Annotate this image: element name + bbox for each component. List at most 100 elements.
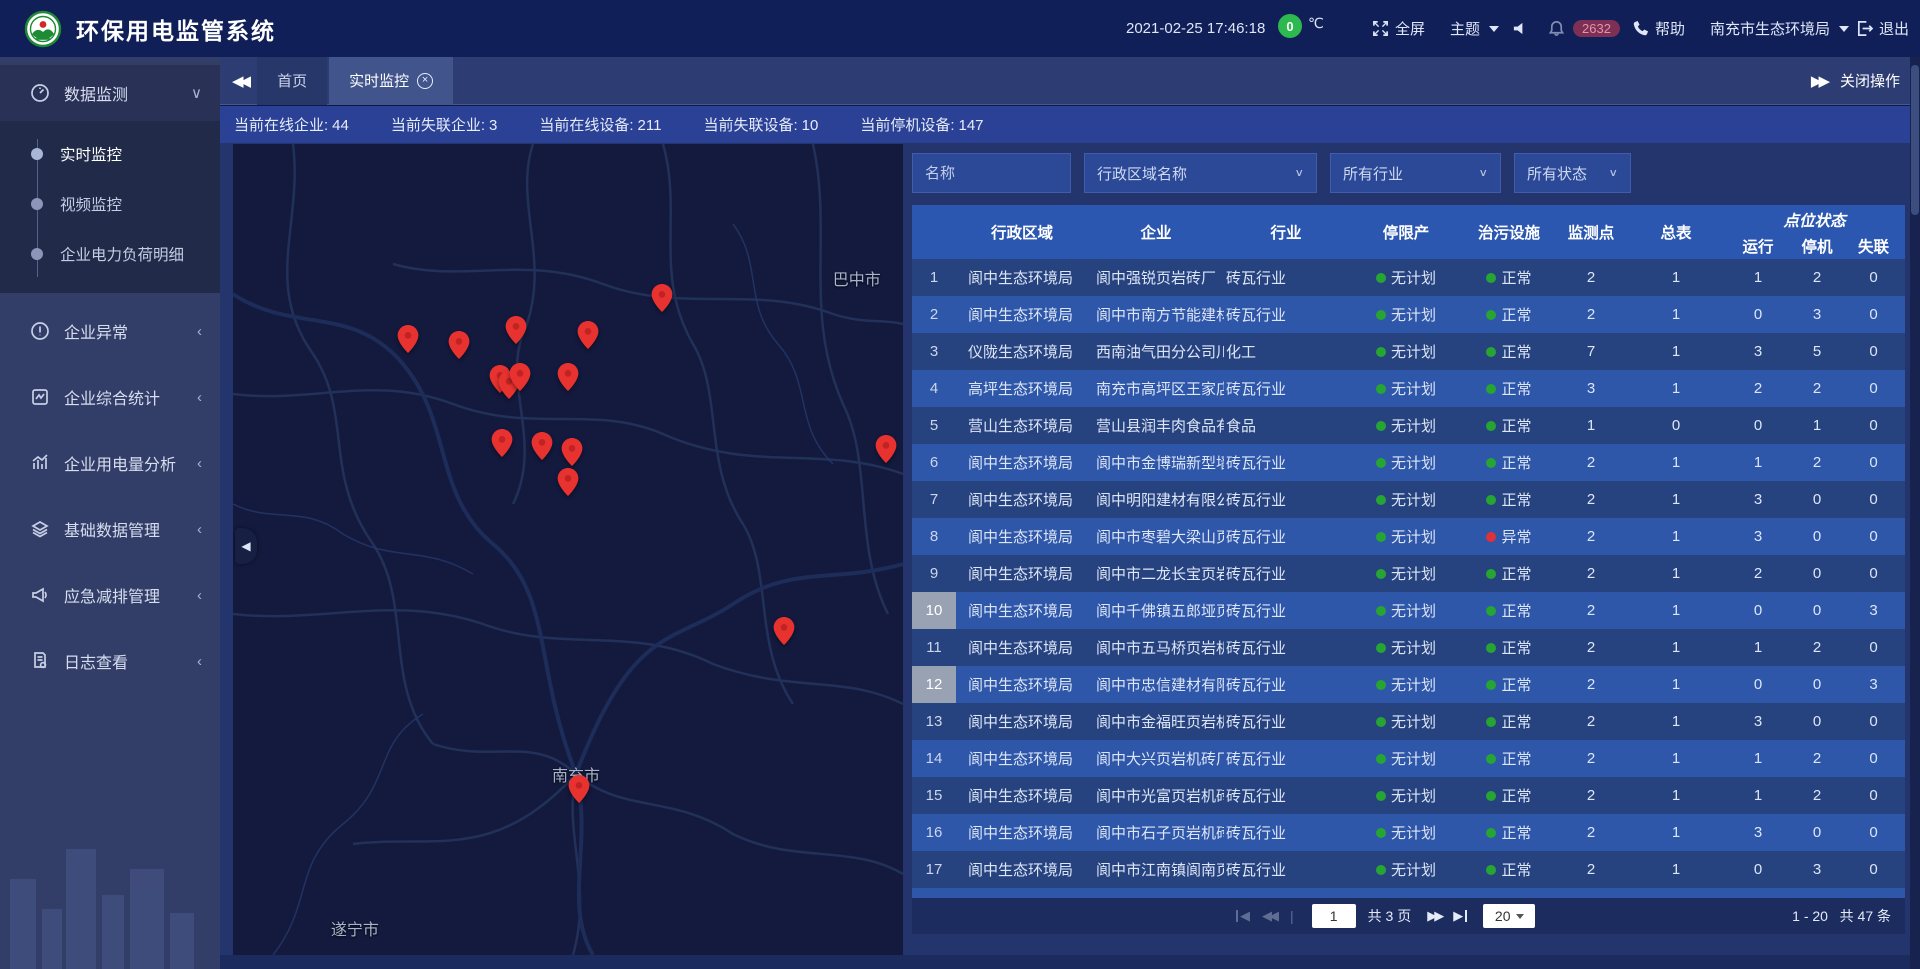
cell-meter: 1: [1628, 814, 1724, 851]
col-facility: 治污设施: [1464, 205, 1554, 259]
cell-stopped: 2: [1792, 740, 1842, 777]
sidebar-item-4[interactable]: 基础数据管理‹: [0, 501, 220, 557]
logout-button[interactable]: 退出: [1856, 18, 1909, 39]
map-pin-icon[interactable]: [397, 325, 418, 358]
table-body: 1 阆中生态环境局 阆中强锐页岩砖厂 砖瓦行业 无计划 正常 2 1 1 2 0…: [912, 259, 1905, 898]
name-search-field[interactable]: [912, 153, 1071, 193]
table-row[interactable]: 5 营山生态环境局 营山县润丰肉食品有限 食品 无计划 正常 1 0 0 1 0: [912, 407, 1905, 444]
cell-index: 14: [912, 740, 956, 777]
phone-icon: [1632, 20, 1649, 37]
page-number-input[interactable]: 1: [1312, 904, 1356, 928]
table-row[interactable]: 14 阆中生态环境局 阆中大兴页岩机砖厂 砖瓦行业 无计划 正常 2 1 1 2…: [912, 740, 1905, 777]
map-pin-icon[interactable]: [578, 321, 599, 354]
page-scrollbar[interactable]: [1910, 57, 1920, 969]
cell-stop-status: 无计划: [1348, 370, 1464, 407]
table-row[interactable]: 7 阆中生态环境局 阆中明阳建材有限公司 砖瓦行业 无计划 正常 2 1 3 0…: [912, 481, 1905, 518]
cell-stop-status: 无计划: [1348, 407, 1464, 444]
fullscreen-button[interactable]: 全屏: [1372, 18, 1425, 39]
page-size-select[interactable]: 20: [1483, 904, 1535, 928]
map-pin-icon[interactable]: [509, 363, 530, 396]
sidebar-item-3[interactable]: 企业用电量分析‹: [0, 435, 220, 491]
sidebar-subitem[interactable]: 视频监控: [0, 179, 220, 229]
status-select[interactable]: 所有状态 ∨: [1514, 153, 1631, 193]
status-dot-icon: [1486, 717, 1496, 727]
map-pin-icon[interactable]: [505, 316, 526, 349]
industry-select[interactable]: 所有行业 ∨: [1330, 153, 1501, 193]
table-row[interactable]: 2 阆中生态环境局 阆中市南方节能建材有 砖瓦行业 无计划 正常 2 1 0 3…: [912, 296, 1905, 333]
sidebar-item-0[interactable]: 数据监测∨: [0, 65, 220, 121]
cell-stopped: 2: [1792, 629, 1842, 666]
map-pin-icon[interactable]: [531, 432, 552, 465]
cell-stop-status: 无计划: [1348, 666, 1464, 703]
cell-stopped: 1: [1792, 407, 1842, 444]
tab-home[interactable]: 首页: [257, 57, 327, 105]
map-pin-icon[interactable]: [562, 438, 583, 471]
help-button[interactable]: 帮助: [1632, 18, 1685, 39]
table-row[interactable]: 1 阆中生态环境局 阆中强锐页岩砖厂 砖瓦行业 无计划 正常 2 1 1 2 0: [912, 259, 1905, 296]
cell-stop-status: 无计划: [1348, 296, 1464, 333]
sidebar-item-2[interactable]: 企业综合统计‹: [0, 369, 220, 425]
map-pin-icon[interactable]: [568, 775, 589, 808]
table-row[interactable]: 15 阆中生态环境局 阆中市光富页岩机砖厂 砖瓦行业 无计划 正常 2 1 1 …: [912, 777, 1905, 814]
map-pin-icon[interactable]: [651, 284, 672, 317]
sidebar-item-6[interactable]: 日志查看‹: [0, 633, 220, 689]
table-row[interactable]: 8 阆中生态环境局 阆中市枣碧大梁山页岩 砖瓦行业 无计划 异常 2 1 3 0…: [912, 518, 1905, 555]
cell-stopped: 0: [1792, 592, 1842, 629]
table-row[interactable]: 6 阆中生态环境局 阆中市金博瑞新型墙材 砖瓦行业 无计划 正常 2 1 1 2…: [912, 444, 1905, 481]
table-row[interactable]: 17 阆中生态环境局 阆中市江南镇阆南页岩 砖瓦行业 无计划 正常 2 1 0 …: [912, 851, 1905, 888]
map-pin-icon[interactable]: [876, 435, 897, 468]
last-page-button[interactable]: ▶: [1447, 908, 1469, 924]
table-row[interactable]: 18 南部生态环境局 南部县瑞华山河页岩砖 砖瓦行业 无计划 正常 2 1 0 …: [912, 888, 1905, 898]
tab-scroll-right-icon[interactable]: ▶▶: [1811, 72, 1826, 90]
map-pin-icon[interactable]: [448, 331, 469, 364]
sidebar-subitem[interactable]: 实时监控: [0, 129, 220, 179]
first-page-button[interactable]: ◀: [1234, 908, 1256, 924]
cell-industry: 砖瓦行业: [1224, 481, 1348, 518]
mute-toggle[interactable]: [1512, 20, 1529, 37]
table-row[interactable]: 12 阆中生态环境局 阆中市忠信建材有限公 砖瓦行业 无计划 正常 2 1 0 …: [912, 666, 1905, 703]
prev-page-button[interactable]: ◀◀: [1256, 908, 1282, 924]
chevron-collapsed-icon: ‹: [197, 653, 202, 670]
notifications-button[interactable]: 2632: [1548, 20, 1620, 37]
map-pin-icon[interactable]: [773, 617, 794, 650]
status-dot-icon: [1486, 495, 1496, 505]
scrollbar-thumb[interactable]: [1911, 65, 1919, 215]
tab-scroll-left-icon[interactable]: ◀◀: [220, 72, 257, 90]
table-row[interactable]: 13 阆中生态环境局 阆中市金福旺页岩机砖 砖瓦行业 无计划 正常 2 1 3 …: [912, 703, 1905, 740]
name-search-input[interactable]: [925, 165, 1058, 182]
sidebar-item-1[interactable]: 企业异常‹: [0, 303, 220, 359]
status-dot-icon: [1376, 458, 1386, 468]
tab-realtime-monitoring[interactable]: 实时监控 ×: [329, 57, 453, 105]
theme-dropdown[interactable]: 主题: [1450, 18, 1499, 39]
next-page-button[interactable]: ▶▶: [1421, 908, 1447, 924]
datetime-label: 2021-02-25 17:46:18: [1126, 20, 1265, 37]
close-operations-button[interactable]: 关闭操作: [1840, 70, 1900, 91]
region-select[interactable]: 行政区域名称 ∨: [1084, 153, 1317, 193]
cell-region: 阆中生态环境局: [956, 851, 1088, 888]
org-dropdown[interactable]: 南充市生态环境局: [1710, 18, 1849, 39]
table-row[interactable]: 9 阆中生态环境局 阆中市二龙长宝页岩砖 砖瓦行业 无计划 正常 2 1 2 0…: [912, 555, 1905, 592]
sidebar-subitem[interactable]: 企业电力负荷明细: [0, 229, 220, 279]
map-panel[interactable]: 巴中市南充市遂宁市 ◀: [233, 144, 903, 955]
cell-stop-status: 无计划: [1348, 259, 1464, 296]
table-row[interactable]: 10 阆中生态环境局 阆中千佛镇五郎垭页岩 砖瓦行业 无计划 正常 2 1 0 …: [912, 592, 1905, 629]
cell-stopped: 6: [1792, 888, 1842, 898]
table-row[interactable]: 3 仪陇生态环境局 西南油气田分公司川中 化工 无计划 正常 7 1 3 5 0: [912, 333, 1905, 370]
cell-running: 3: [1724, 814, 1792, 851]
sidebar-item-5[interactable]: 应急减排管理‹: [0, 567, 220, 623]
table-row[interactable]: 4 高坪生态环境局 南充市高坪区王家店建 砖瓦行业 无计划 正常 3 1 2 2…: [912, 370, 1905, 407]
submenu-dot-icon: [31, 148, 43, 160]
cell-index: 4: [912, 370, 956, 407]
cell-index: 13: [912, 703, 956, 740]
map-pin-icon[interactable]: [558, 468, 579, 501]
close-tab-icon[interactable]: ×: [417, 73, 433, 89]
table-row[interactable]: 11 阆中生态环境局 阆中市五马桥页岩机砖 砖瓦行业 无计划 正常 2 1 1 …: [912, 629, 1905, 666]
cell-facility-status: 正常: [1464, 851, 1554, 888]
cell-facility-status: 正常: [1464, 592, 1554, 629]
collapse-map-handle[interactable]: ◀: [235, 528, 257, 564]
col-index: [912, 205, 956, 259]
table-row[interactable]: 16 阆中生态环境局 阆中市石子页岩机砖厂 砖瓦行业 无计划 正常 2 1 3 …: [912, 814, 1905, 851]
map-pin-icon[interactable]: [558, 363, 579, 396]
status-dot-icon: [1376, 865, 1386, 875]
map-pin-icon[interactable]: [491, 429, 512, 462]
